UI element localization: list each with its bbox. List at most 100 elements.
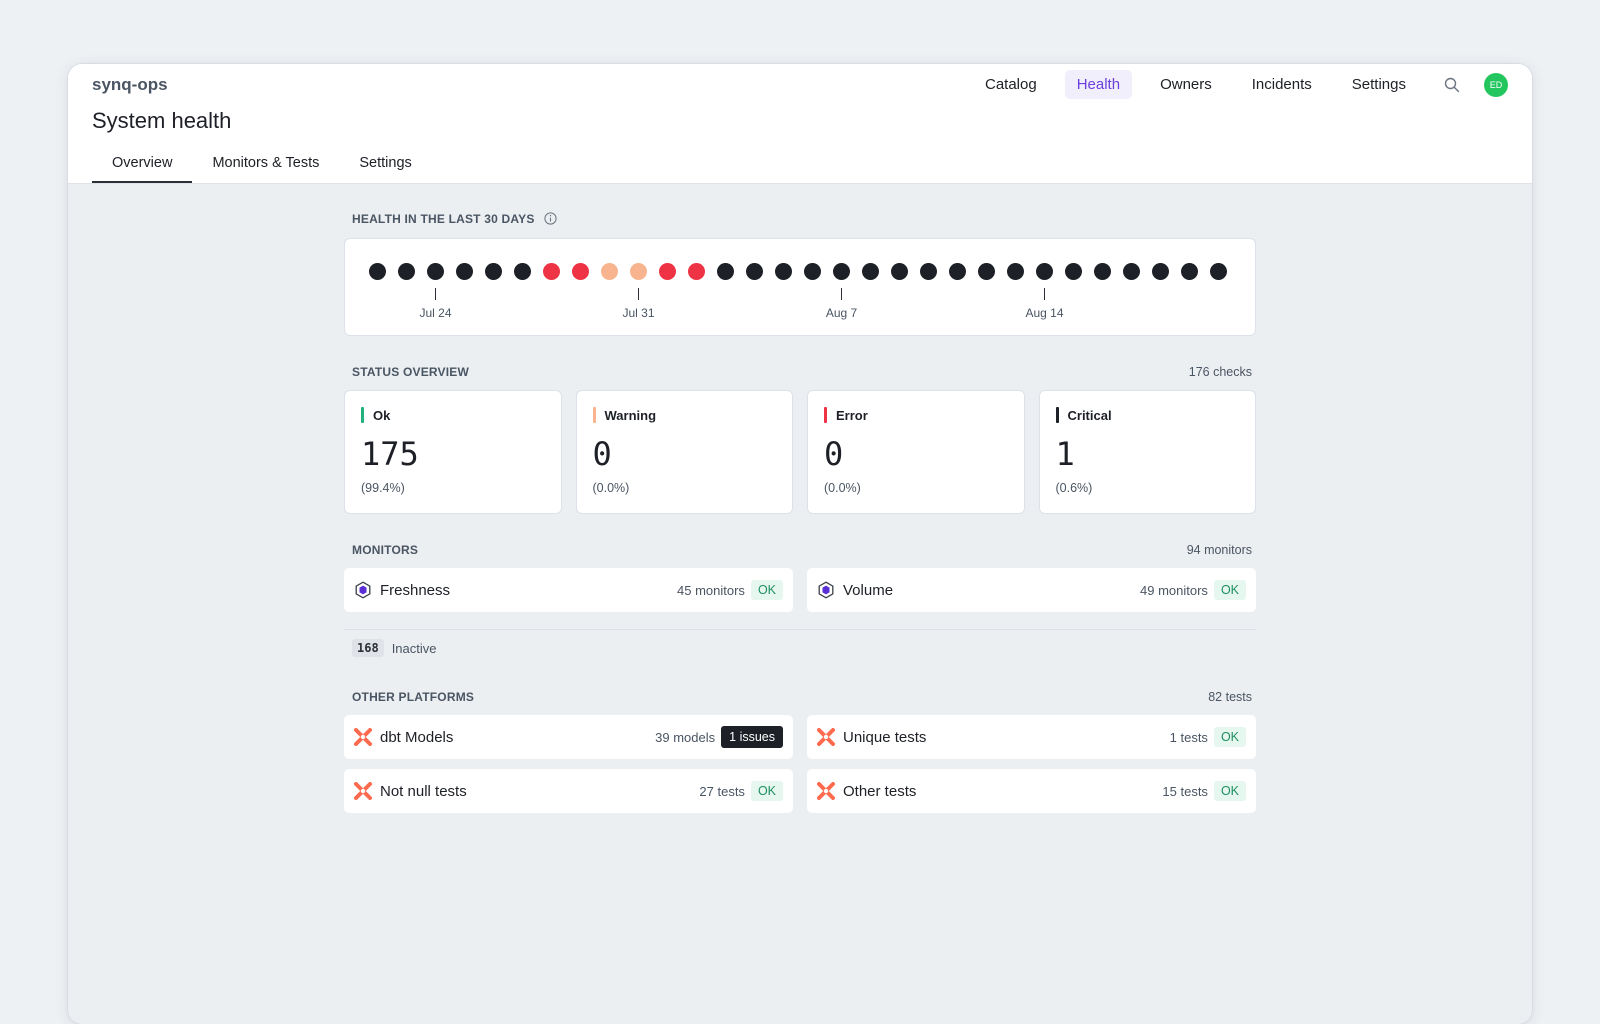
health-day-dot[interactable] [862, 263, 879, 280]
status-value: 0 [824, 435, 844, 473]
status-badge: OK [1213, 781, 1246, 801]
platform-count: 27 tests [699, 783, 745, 799]
status-card-ok[interactable]: Ok 175 (99.4%) [344, 390, 562, 514]
inactive-monitors[interactable]: 168 Inactive [344, 639, 1256, 657]
status-label-text: Critical [1067, 407, 1112, 423]
status-badge: OK [750, 781, 783, 801]
health-day-dot[interactable] [1007, 263, 1024, 280]
timeline-tick: Aug 14 [1015, 288, 1075, 320]
health-day-dot[interactable] [978, 263, 995, 280]
nav-item-settings[interactable]: Settings [1340, 70, 1418, 99]
health-day-dot[interactable] [717, 263, 734, 280]
status-value: 0 [592, 435, 612, 473]
timeline-tick: Jul 31 [609, 288, 669, 320]
health-day-dot[interactable] [775, 263, 792, 280]
status-card-critical[interactable]: Critical 1 (0.6%) [1038, 390, 1256, 514]
monitor-row-freshness[interactable]: Freshness 45 monitors OK [344, 568, 793, 612]
status-label: Error [824, 407, 1008, 423]
health-day-dot[interactable] [630, 263, 647, 280]
health-day-dot[interactable] [1123, 263, 1140, 280]
platform-row-unique-tests[interactable]: Unique tests 1 tests OK [807, 715, 1256, 759]
monitors-count: 94 monitors [1186, 543, 1252, 557]
status-card-error[interactable]: Error 0 (0.0%) [807, 390, 1025, 514]
tab-bar: Overview Monitors & Tests Settings [92, 155, 432, 183]
nav-item-owners[interactable]: Owners [1148, 70, 1224, 99]
platform-name: dbt Models [380, 728, 454, 746]
dbt-icon [354, 782, 372, 800]
health-day-dot[interactable] [427, 263, 444, 280]
health-day-dot[interactable] [833, 263, 850, 280]
hexagon-icon [817, 581, 835, 599]
health-day-dot[interactable] [1036, 263, 1053, 280]
status-card-warning[interactable]: Warning 0 (0.0%) [575, 390, 793, 514]
health-day-dot[interactable] [1094, 263, 1111, 280]
health-day-dot[interactable] [659, 263, 676, 280]
monitors-list: Freshness 45 monitors OK Volume 49 monit… [344, 568, 1256, 612]
health-day-dot[interactable] [891, 263, 908, 280]
health-day-dot[interactable] [746, 263, 763, 280]
nav-item-health[interactable]: Health [1064, 70, 1133, 99]
dbt-icon [354, 728, 372, 746]
timeline-tick: Jul 24 [406, 288, 466, 320]
monitor-name: Freshness [380, 581, 451, 599]
status-value: 1 [1055, 435, 1075, 473]
health-day-dot[interactable] [398, 263, 415, 280]
monitor-row-volume[interactable]: Volume 49 monitors OK [807, 568, 1256, 612]
health-day-dot[interactable] [1065, 263, 1082, 280]
status-label: Critical [1055, 407, 1240, 423]
health-day-dot[interactable] [1181, 263, 1198, 280]
platforms-section-header: OTHER PLATFORMS 82 tests [344, 687, 1256, 707]
platform-row-other-tests[interactable]: Other tests 15 tests OK [807, 769, 1256, 813]
status-badge: OK [750, 580, 783, 600]
tick-label: Jul 31 [622, 306, 655, 320]
tick-line [435, 288, 436, 300]
health-section-title-wrap: HEALTH IN THE LAST 30 DAYS [352, 212, 557, 228]
platforms-section-title: OTHER PLATFORMS [352, 690, 475, 704]
nav-item-incidents[interactable]: Incidents [1240, 70, 1324, 99]
avatar[interactable]: ED [1484, 72, 1508, 97]
workspace-name[interactable]: synq-ops [92, 75, 168, 95]
platforms-row-1: dbt Models 39 models 1 issues Unique tes… [344, 715, 1256, 759]
health-day-dot[interactable] [572, 263, 589, 280]
health-day-dot[interactable] [688, 263, 705, 280]
status-section-header: STATUS OVERVIEW 176 checks [344, 362, 1256, 382]
platform-row-not-null-tests[interactable]: Not null tests 27 tests OK [344, 769, 793, 813]
health-section-title: HEALTH IN THE LAST 30 DAYS [352, 212, 535, 227]
status-percent: (99.4%) [361, 481, 405, 495]
divider [344, 629, 1256, 630]
status-percent: (0.0%) [824, 481, 861, 495]
health-day-dot[interactable] [949, 263, 966, 280]
health-day-dot[interactable] [804, 263, 821, 280]
top-nav: Catalog Health Owners Incidents Settings… [957, 70, 1508, 99]
status-percent: (0.6%) [1055, 481, 1093, 495]
issues-badge: 1 issues [721, 726, 783, 748]
health-day-dot[interactable] [1152, 263, 1169, 280]
status-label: Warning [592, 407, 777, 423]
tick-line [638, 288, 639, 300]
nav-item-catalog[interactable]: Catalog [973, 70, 1049, 99]
tab-monitors-tests[interactable]: Monitors & Tests [192, 155, 339, 183]
tick-line [841, 288, 842, 300]
health-day-dot[interactable] [1210, 263, 1227, 280]
tab-settings[interactable]: Settings [339, 155, 431, 183]
platform-row-dbt-models[interactable]: dbt Models 39 models 1 issues [344, 715, 793, 759]
platform-count: 1 tests [1169, 729, 1208, 745]
health-timeline-card: Jul 24 Jul 31 Aug 7 Aug 14 [344, 238, 1256, 336]
page-header: synq-ops System health Catalog Health Ow… [68, 64, 1532, 184]
health-day-dot[interactable] [514, 263, 531, 280]
status-label-text: Ok [373, 407, 391, 423]
health-day-dot[interactable] [543, 263, 560, 280]
health-day-dot[interactable] [485, 263, 502, 280]
tab-overview[interactable]: Overview [92, 155, 193, 183]
health-day-dot[interactable] [456, 263, 473, 280]
health-day-dot[interactable] [369, 263, 386, 280]
platform-count: 39 models [655, 729, 716, 745]
search-icon[interactable] [1442, 75, 1462, 95]
platform-name: Not null tests [380, 782, 467, 800]
tick-line [1044, 288, 1045, 300]
hexagon-icon [354, 581, 372, 599]
health-day-dot[interactable] [601, 263, 618, 280]
health-day-dot[interactable] [920, 263, 937, 280]
page-title: System health [92, 108, 232, 133]
info-icon[interactable] [544, 212, 557, 228]
